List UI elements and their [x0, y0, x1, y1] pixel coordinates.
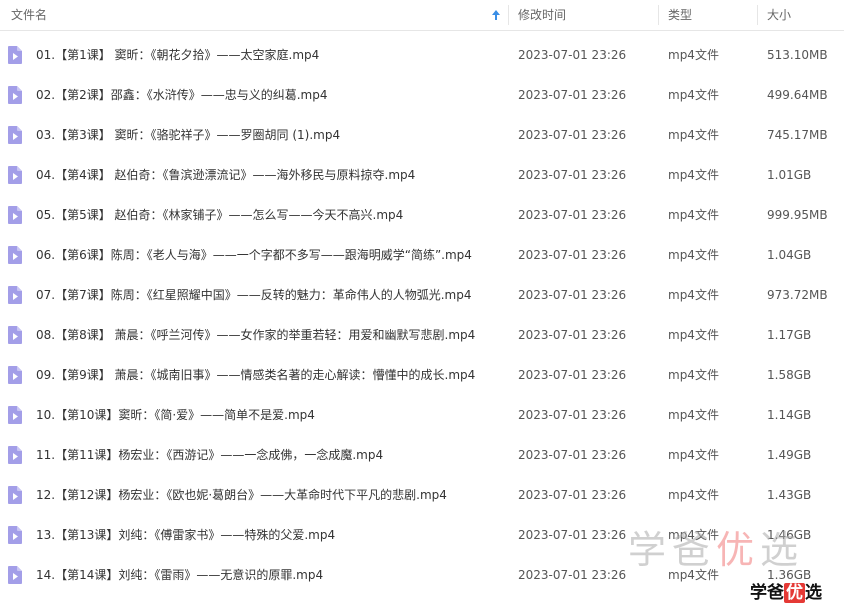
column-header-date[interactable]: 修改时间 [518, 0, 566, 30]
file-modified-date: 2023-07-01 23:26 [518, 488, 627, 502]
file-type: mp4文件 [668, 168, 719, 182]
table-row[interactable]: 04.【第4课】 赵伯奇：《鲁滨逊漂流记》——海外移民与原料掠夺.mp4 2023… [0, 155, 844, 195]
file-name: 08.【第8课】 萧晨：《呼兰河传》——女作家的举重若轻：用爱和幽默写悲剧.mp… [36, 328, 476, 342]
file-modified-date: 2023-07-01 23:26 [518, 88, 627, 102]
file-modified-date: 2023-07-01 23:26 [518, 528, 627, 542]
file-modified-date: 2023-07-01 23:26 [518, 248, 627, 262]
file-size: 999.95MB [767, 208, 828, 222]
file-modified-date: 2023-07-01 23:26 [518, 368, 627, 382]
file-size: 973.72MB [767, 288, 828, 302]
file-modified-date: 2023-07-01 23:26 [518, 168, 627, 182]
file-modified-date: 2023-07-01 23:26 [518, 408, 627, 422]
file-size: 513.10MB [767, 48, 828, 62]
file-name: 11.【第11课】杨宏业：《西游记》——一念成佛，一念成魔.mp4 [36, 448, 384, 462]
file-modified-date: 2023-07-01 23:26 [518, 288, 627, 302]
table-row[interactable]: 02.【第2课】邵鑫：《水浒传》——忠与义的纠葛.mp4 2023-07-01 2… [0, 75, 844, 115]
table-row[interactable]: 10.【第10课】窦昕：《简·爱》——简单不是爱.mp4 2023-07-01 2… [0, 395, 844, 435]
file-size: 1.43GB [767, 488, 812, 502]
video-file-icon [8, 366, 22, 384]
file-type: mp4文件 [668, 328, 719, 342]
file-name: 07.【第7课】陈周：《红星照耀中国》——反转的魅力：革命伟人的人物弧光.mp4 [36, 288, 472, 302]
file-name: 13.【第13课】刘纯：《傅雷家书》——特殊的父爱.mp4 [36, 528, 336, 542]
video-file-icon [8, 326, 22, 344]
table-row[interactable]: 05.【第5课】 赵伯奇：《林家铺子》——怎么写——今天不高兴.mp4 2023-… [0, 195, 844, 235]
file-type: mp4文件 [668, 288, 719, 302]
file-size: 1.17GB [767, 328, 812, 342]
file-size: 1.14GB [767, 408, 812, 422]
watermark: 学爸优选 [628, 528, 805, 572]
file-name: 04.【第4课】 赵伯奇：《鲁滨逊漂流记》——海外移民与原料掠夺.mp4 [36, 168, 416, 182]
file-type: mp4文件 [668, 88, 719, 102]
video-file-icon [8, 486, 22, 504]
video-file-icon [8, 286, 22, 304]
video-file-icon [8, 206, 22, 224]
video-file-icon [8, 86, 22, 104]
file-size: 1.49GB [767, 448, 812, 462]
file-name: 06.【第6课】陈周：《老人与海》——一个字都不多写——跟海明威学“简练”.mp… [36, 248, 472, 262]
file-name: 10.【第10课】窦昕：《简·爱》——简单不是爱.mp4 [36, 408, 315, 422]
video-file-icon [8, 246, 22, 264]
column-header-size[interactable]: 大小 [767, 0, 791, 30]
file-size: 1.04GB [767, 248, 812, 262]
file-list: 01.【第1课】 窦昕：《朝花夕拾》——太空家庭.mp4 2023-07-01 2… [0, 35, 844, 595]
file-type: mp4文件 [668, 48, 719, 62]
column-divider[interactable] [757, 5, 758, 25]
table-row[interactable]: 11.【第11课】杨宏业：《西游记》——一念成佛，一念成魔.mp4 2023-07… [0, 435, 844, 475]
file-modified-date: 2023-07-01 23:26 [518, 448, 627, 462]
file-type: mp4文件 [668, 408, 719, 422]
column-divider[interactable] [508, 5, 509, 25]
file-modified-date: 2023-07-01 23:26 [518, 128, 627, 142]
table-row[interactable]: 01.【第1课】 窦昕：《朝花夕拾》——太空家庭.mp4 2023-07-01 2… [0, 35, 844, 75]
file-name: 12.【第12课】杨宏业：《欧也妮·葛朗台》——大革命时代下平凡的悲剧.mp4 [36, 488, 447, 502]
video-file-icon [8, 46, 22, 64]
file-type: mp4文件 [668, 248, 719, 262]
column-header-name[interactable]: 文件名 [11, 0, 506, 30]
file-name: 02.【第2课】邵鑫：《水浒传》——忠与义的纠葛.mp4 [36, 88, 328, 102]
file-size: 1.58GB [767, 368, 812, 382]
table-row[interactable]: 06.【第6课】陈周：《老人与海》——一个字都不多写——跟海明威学“简练”.mp… [0, 235, 844, 275]
table-row[interactable]: 03.【第3课】 窦昕：《骆驼祥子》——罗圈胡同 (1).mp4 2023-07-… [0, 115, 844, 155]
sort-ascending-arrow-icon[interactable] [491, 8, 501, 22]
file-type: mp4文件 [668, 488, 719, 502]
video-file-icon [8, 446, 22, 464]
file-modified-date: 2023-07-01 23:26 [518, 328, 627, 342]
column-header-type[interactable]: 类型 [668, 0, 692, 30]
video-file-icon [8, 126, 22, 144]
column-header: 文件名 修改时间 类型 大小 [0, 0, 844, 31]
video-file-icon [8, 406, 22, 424]
table-row[interactable]: 12.【第12课】杨宏业：《欧也妮·葛朗台》——大革命时代下平凡的悲剧.mp4 2… [0, 475, 844, 515]
file-name: 09.【第9课】 萧晨：《城南旧事》——情感类名著的走心解读：懵懂中的成长.mp… [36, 368, 476, 382]
file-size: 1.01GB [767, 168, 812, 182]
file-modified-date: 2023-07-01 23:26 [518, 208, 627, 222]
table-row[interactable]: 09.【第9课】 萧晨：《城南旧事》——情感类名著的走心解读：懵懂中的成长.mp… [0, 355, 844, 395]
file-size: 745.17MB [767, 128, 828, 142]
table-row[interactable]: 08.【第8课】 萧晨：《呼兰河传》——女作家的举重若轻：用爱和幽默写悲剧.mp… [0, 315, 844, 355]
file-size: 499.64MB [767, 88, 828, 102]
video-file-icon [8, 566, 22, 584]
file-type: mp4文件 [668, 128, 719, 142]
file-modified-date: 2023-07-01 23:26 [518, 48, 627, 62]
table-row[interactable]: 07.【第7课】陈周：《红星照耀中国》——反转的魅力：革命伟人的人物弧光.mp4… [0, 275, 844, 315]
file-name: 03.【第3课】 窦昕：《骆驼祥子》——罗圈胡同 (1).mp4 [36, 128, 341, 142]
file-name: 14.【第14课】刘纯：《雷雨》——无意识的原罪.mp4 [36, 568, 324, 582]
brand-logo: 学爸优选 [750, 583, 822, 603]
file-name: 01.【第1课】 窦昕：《朝花夕拾》——太空家庭.mp4 [36, 48, 320, 62]
file-name: 05.【第5课】 赵伯奇：《林家铺子》——怎么写——今天不高兴.mp4 [36, 208, 404, 222]
file-modified-date: 2023-07-01 23:26 [518, 568, 627, 582]
file-type: mp4文件 [668, 448, 719, 462]
file-type: mp4文件 [668, 208, 719, 222]
file-type: mp4文件 [668, 368, 719, 382]
video-file-icon [8, 166, 22, 184]
column-divider[interactable] [658, 5, 659, 25]
video-file-icon [8, 526, 22, 544]
